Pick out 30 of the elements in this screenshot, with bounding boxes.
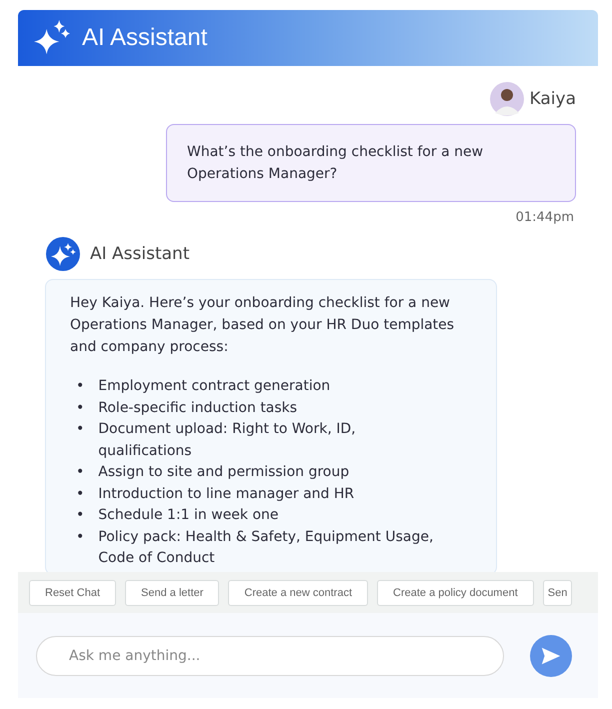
checklist-item: Role-specific induction tasks	[98, 398, 298, 418]
bullet: •	[76, 398, 84, 418]
sender-name: Kaiya	[530, 89, 576, 109]
checklist-item: Schedule 1:1 in week one	[98, 506, 280, 525]
bullet: •	[76, 377, 84, 396]
message-input[interactable]: Ask me anything...	[36, 636, 504, 676]
sparkle-icon	[34, 20, 70, 56]
checklist-item: Employment contract generation	[98, 377, 332, 396]
suggestion-chip[interactable]: Reset Chat	[29, 580, 116, 606]
sender-name: AI Assistant	[90, 244, 190, 264]
avatar	[490, 82, 524, 116]
checklist-item: Policy pack: Health & Safety, Equipment Usage, Code of Conduct	[98, 528, 434, 568]
bullet: •	[76, 420, 84, 439]
suggestion-chip[interactable]: Sen	[542, 580, 572, 606]
bullet: •	[76, 528, 84, 546]
suggestion-chip[interactable]: Send a letter	[125, 580, 220, 606]
bullet: •	[76, 484, 84, 504]
sparkle-icon	[46, 237, 80, 271]
user-message: What’s the onboarding checklist for a new Operations Manager?	[166, 124, 576, 202]
message-text: Hey Kaiya. Here’s your onboarding checklist for a new Operations Manager, based on your HR Duo templates and company process:	[70, 294, 456, 357]
header-title: AI Assistant	[82, 24, 208, 52]
send-button[interactable]	[530, 634, 572, 676]
bullet: •	[76, 506, 84, 525]
suggestion-chip[interactable]: Create a new contract	[228, 580, 368, 606]
bullet: •	[76, 463, 84, 482]
checklist-item: Introduction to line manager and HR	[98, 484, 356, 504]
suggestion-chip[interactable]: Create a policy document	[377, 580, 534, 606]
checklist-item: Document upload: Right to Work, ID, qualifications	[98, 420, 357, 460]
checklist-item: Assign to site and permission group	[98, 463, 350, 482]
message-time: 01:44pm	[514, 210, 575, 225]
